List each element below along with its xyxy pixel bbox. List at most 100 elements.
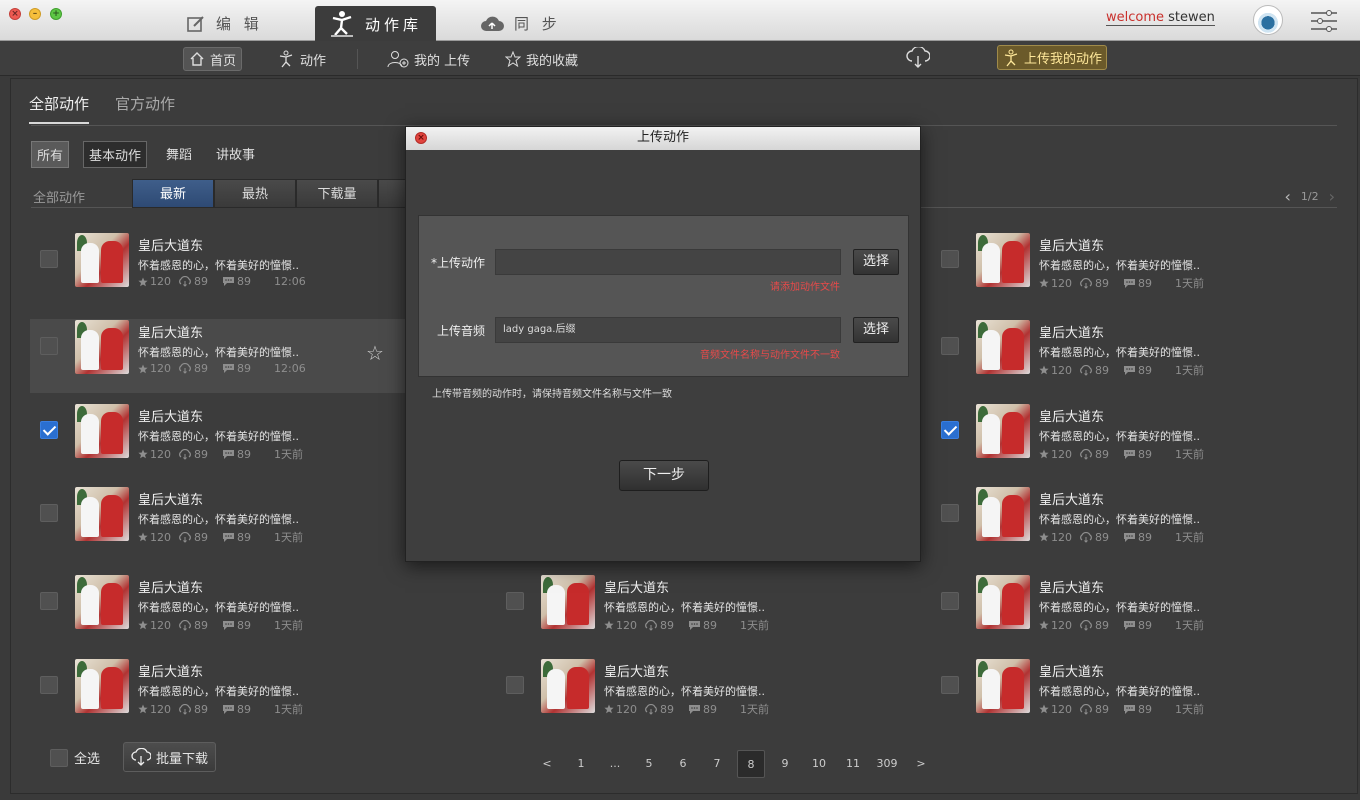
- sort-downloads[interactable]: 下载量: [296, 179, 378, 208]
- audio-file-input[interactable]: lady gaga.后缀: [495, 317, 841, 343]
- batch-download-button[interactable]: 批量下载: [123, 742, 217, 772]
- action-card[interactable]: 皇后大道东 怀着感恩的心，怀着美好的憧憬.. 120 89 89 1天前: [30, 574, 410, 648]
- star-outline-icon: [505, 51, 521, 67]
- card-description: 怀着感恩的心，怀着美好的憧憬..: [1039, 259, 1200, 272]
- sort-newest[interactable]: 最新: [132, 179, 214, 208]
- next-step-button[interactable]: 下一步: [619, 460, 709, 491]
- nav-my-favorites[interactable]: 我的收藏: [500, 47, 583, 71]
- nav-my-upload[interactable]: 我的 上传: [382, 47, 475, 71]
- page-button[interactable]: 11: [836, 750, 870, 778]
- select-all-checkbox[interactable]: [50, 748, 68, 767]
- upload-my-action-button[interactable]: 上传我的动作: [997, 45, 1108, 70]
- tab-action-library-label: 动作库: [365, 15, 423, 34]
- cloud-upload-icon[interactable]: [906, 47, 930, 69]
- card-checkbox[interactable]: [506, 592, 524, 610]
- card-checkbox[interactable]: [40, 250, 58, 268]
- upload-my-action-label: 上传我的动作: [1024, 52, 1103, 67]
- comment-count-icon: [1124, 620, 1135, 630]
- action-card[interactable]: 皇后大道东 怀着感恩的心，怀着美好的憧憬.. 120 89 89 12:06: [30, 232, 410, 306]
- download-count-icon: [645, 703, 657, 715]
- page-button[interactable]: 309: [870, 750, 904, 778]
- card-checkbox[interactable]: [40, 504, 58, 522]
- favorite-star-icon[interactable]: ☆: [366, 341, 384, 365]
- action-card[interactable]: 皇后大道东 怀着感恩的心，怀着美好的憧憬.. 120 89 89 1天前: [931, 658, 1311, 732]
- card-checkbox[interactable]: [941, 337, 959, 355]
- chip-basic[interactable]: 基本动作: [83, 141, 148, 168]
- action-card[interactable]: 皇后大道东 怀着感恩的心，怀着美好的憧憬.. 120 89 89 1天前: [30, 486, 410, 560]
- action-card[interactable]: 皇后大道东 怀着感恩的心，怀着美好的憧憬.. 120 89 89 1天前: [931, 232, 1311, 306]
- card-checkbox[interactable]: [941, 504, 959, 522]
- chip-story[interactable]: 讲故事: [211, 141, 260, 168]
- card-time: 1天前: [740, 703, 769, 716]
- download-count: 89: [194, 447, 208, 461]
- select-all[interactable]: 全选: [50, 748, 100, 767]
- tab-official-actions[interactable]: 官方动作: [115, 93, 175, 124]
- card-stats: 120 89 89 1天前: [138, 529, 303, 545]
- chevron-right-icon[interactable]: ›: [1329, 187, 1335, 206]
- star-count-icon: [604, 704, 614, 714]
- close-dialog-icon[interactable]: ×: [415, 132, 427, 144]
- card-stats: 120 89 89 1天前: [1039, 529, 1204, 545]
- card-checkbox[interactable]: [40, 421, 58, 439]
- nav-action[interactable]: 动作: [272, 47, 331, 71]
- card-checkbox[interactable]: [506, 676, 524, 694]
- card-checkbox[interactable]: [941, 250, 959, 268]
- page-button[interactable]: 5: [632, 750, 666, 778]
- maximize-window-icon[interactable]: +: [50, 8, 62, 20]
- page-button[interactable]: 9: [768, 750, 802, 778]
- page-button[interactable]: 1: [564, 750, 598, 778]
- tab-edit[interactable]: 编 辑: [186, 6, 263, 41]
- action-thumbnail: [75, 320, 129, 374]
- action-card[interactable]: 皇后大道东 怀着感恩的心，怀着美好的憧憬.. 120 89 89 1天前: [931, 486, 1311, 560]
- tab-action-library[interactable]: 动作库: [315, 6, 437, 42]
- card-checkbox[interactable]: [40, 592, 58, 610]
- close-window-icon[interactable]: ×: [9, 8, 21, 20]
- welcome-user-link[interactable]: welcome stewen: [1106, 10, 1215, 26]
- star-count: 120: [1051, 530, 1072, 544]
- page-button[interactable]: 10: [802, 750, 836, 778]
- action-figure-icon: [279, 50, 293, 68]
- card-checkbox[interactable]: [941, 421, 959, 439]
- action-file-input[interactable]: [495, 249, 841, 275]
- card-description: 怀着感恩的心，怀着美好的憧憬..: [1039, 513, 1200, 526]
- star-count: 120: [1051, 276, 1072, 290]
- prev-page-button[interactable]: <: [530, 750, 564, 778]
- choose-audio-button[interactable]: 选择: [853, 317, 899, 343]
- star-count: 120: [616, 702, 637, 716]
- next-page-button[interactable]: >: [904, 750, 938, 778]
- action-thumbnail: [75, 404, 129, 458]
- settings-sliders-icon[interactable]: [1310, 10, 1338, 32]
- action-card[interactable]: 皇后大道东 怀着感恩的心，怀着美好的憧憬.. 120 89 89 1天前: [496, 574, 876, 648]
- page-button[interactable]: 6: [666, 750, 700, 778]
- action-card[interactable]: 皇后大道东 怀着感恩的心，怀着美好的憧憬.. 120 89 89 1天前: [931, 319, 1311, 393]
- star-count-icon: [138, 364, 148, 373]
- chevron-left-icon[interactable]: ‹: [1284, 187, 1290, 206]
- action-thumbnail: [976, 575, 1030, 629]
- page-button[interactable]: 7: [700, 750, 734, 778]
- minimize-window-icon[interactable]: –: [29, 8, 41, 20]
- choose-action-button[interactable]: 选择: [853, 249, 899, 275]
- upload-action-dialog: × 上传动作 *上传动作 选择 请添加动作文件 上传音频 lady gaga.后…: [405, 126, 921, 562]
- tab-sync[interactable]: 同 步: [480, 6, 561, 41]
- nav-divider: [357, 49, 358, 69]
- action-card[interactable]: 皇后大道东 怀着感恩的心，怀着美好的憧憬.. 120 89 89 1天前: [496, 658, 876, 732]
- action-card[interactable]: 皇后大道东 怀着感恩的心，怀着美好的憧憬.. 120 89 89 1天前: [30, 403, 410, 477]
- tab-all-actions[interactable]: 全部动作: [29, 93, 90, 124]
- action-card[interactable]: 皇后大道东 怀着感恩的心，怀着美好的憧憬.. 120 89 89 1天前: [931, 574, 1311, 648]
- card-checkbox[interactable]: [941, 592, 959, 610]
- action-card[interactable]: 皇后大道东 怀着感恩的心，怀着美好的憧憬.. 120 89 89 12:06 ☆: [30, 319, 410, 393]
- nav-home[interactable]: 首页: [183, 47, 243, 71]
- card-checkbox[interactable]: [40, 337, 58, 355]
- nav-my-favorites-label: 我的收藏: [526, 53, 579, 69]
- avatar[interactable]: [1253, 5, 1283, 35]
- page-button[interactable]: 8: [737, 750, 765, 778]
- chip-all[interactable]: 所有: [31, 141, 70, 168]
- card-checkbox[interactable]: [941, 676, 959, 694]
- action-thumbnail: [976, 233, 1030, 287]
- card-checkbox[interactable]: [40, 676, 58, 694]
- chip-dance[interactable]: 舞蹈: [161, 141, 197, 168]
- sort-hottest[interactable]: 最热: [214, 179, 296, 208]
- action-card[interactable]: 皇后大道东 怀着感恩的心，怀着美好的憧憬.. 120 89 89 1天前: [931, 403, 1311, 477]
- action-card[interactable]: 皇后大道东 怀着感恩的心，怀着美好的憧憬.. 120 89 89 1天前: [30, 658, 410, 732]
- download-count-icon: [179, 448, 191, 460]
